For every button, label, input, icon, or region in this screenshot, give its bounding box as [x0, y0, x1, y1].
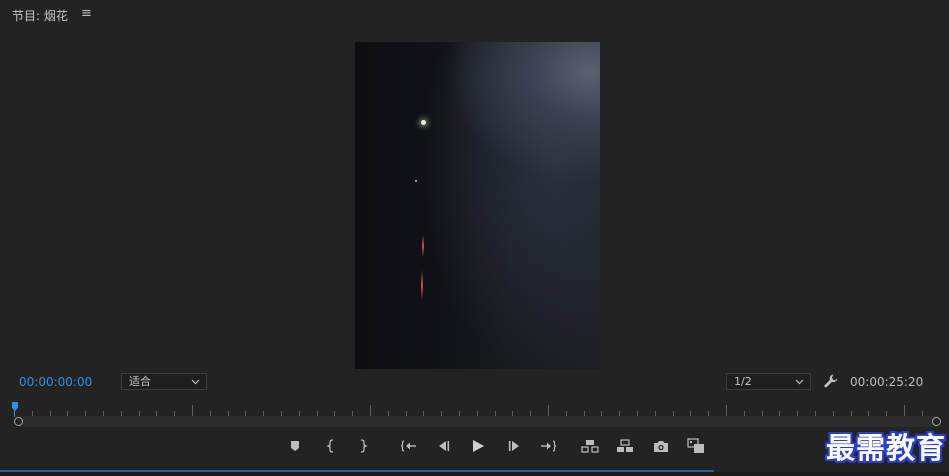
extract-button[interactable]: [614, 435, 636, 457]
panel-title[interactable]: 节目: 烟花: [12, 7, 68, 24]
chevron-down-icon: [795, 374, 804, 395]
step-forward-button[interactable]: [503, 435, 525, 457]
watermark-logo: 最需教育: [826, 431, 947, 465]
lift-icon: [581, 439, 599, 453]
ruler-tick: [726, 405, 727, 416]
firework-streak: [422, 235, 424, 257]
moon: [421, 120, 426, 125]
comparison-view-button[interactable]: [685, 435, 707, 457]
marker-icon: [289, 440, 301, 452]
spark: [415, 180, 417, 182]
lift-button[interactable]: [579, 435, 601, 457]
extract-icon: [616, 439, 634, 453]
panel-divider: [0, 472, 949, 476]
time-ruler[interactable]: [14, 402, 938, 416]
program-monitor-video: [355, 42, 600, 369]
ruler-tick: [548, 405, 549, 416]
mark-in-icon: [325, 439, 337, 453]
panel-menu-icon[interactable]: ≡: [81, 6, 92, 21]
duration-timecode: 00:00:25:20: [850, 375, 924, 389]
zoom-select-value: 适合: [129, 375, 151, 388]
comparison-icon: [687, 438, 705, 454]
firework-streak: [421, 270, 423, 300]
go-to-in-icon: [401, 439, 417, 453]
step-back-button[interactable]: [433, 435, 455, 457]
ruler-tick: [370, 405, 371, 416]
current-timecode[interactable]: 00:00:00:00: [19, 375, 92, 389]
play-icon: [471, 439, 485, 453]
settings-wrench-icon[interactable]: [823, 373, 839, 389]
go-to-out-button[interactable]: [537, 435, 559, 457]
playhead-line: [14, 410, 15, 417]
chevron-down-icon: [191, 374, 200, 395]
play-button[interactable]: [467, 435, 489, 457]
export-frame-button[interactable]: [650, 435, 672, 457]
step-back-icon: [437, 440, 451, 452]
go-to-out-icon: [540, 439, 556, 453]
resolution-select-value: 1/2: [734, 375, 752, 388]
ruler-tick: [904, 405, 905, 416]
go-to-in-button[interactable]: [398, 435, 420, 457]
scrollbar-left-handle[interactable]: [14, 417, 23, 426]
panel-header: 节目: 烟花 ≡: [0, 0, 949, 30]
ruler-tick: [192, 405, 193, 416]
add-marker-button[interactable]: [284, 435, 306, 457]
transport-controls: [0, 435, 949, 457]
mark-in-button[interactable]: [320, 435, 342, 457]
zoom-select[interactable]: 适合: [121, 373, 207, 390]
mark-out-icon: [357, 439, 369, 453]
zoom-scrollbar[interactable]: [19, 416, 937, 427]
mark-out-button[interactable]: [352, 435, 374, 457]
step-forward-icon: [507, 440, 521, 452]
resolution-select[interactable]: 1/2: [726, 373, 811, 390]
camera-icon: [653, 440, 669, 453]
